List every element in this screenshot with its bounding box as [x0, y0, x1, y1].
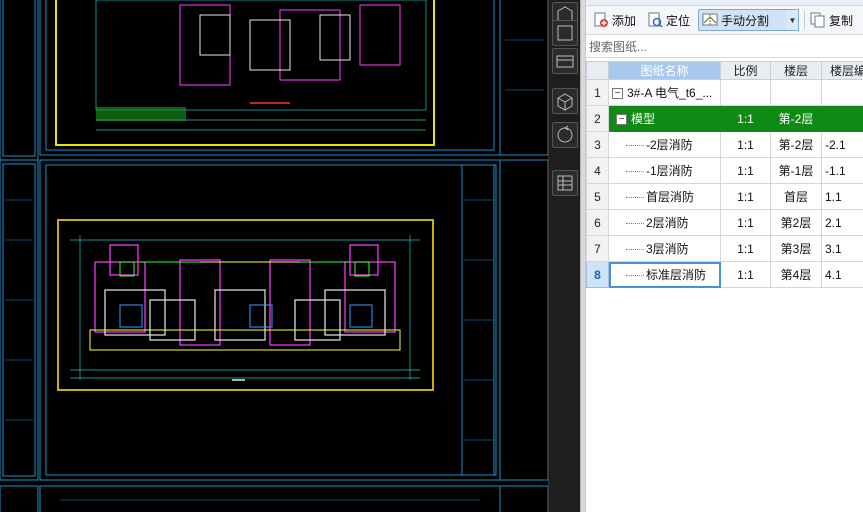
scale-cell[interactable]: [720, 79, 771, 106]
column-header-floor[interactable]: 楼层: [770, 61, 822, 80]
floor-cell[interactable]: 首层: [770, 183, 822, 210]
column-header-scale[interactable]: 比例: [720, 61, 771, 80]
floor-cell[interactable]: 第2层: [770, 209, 822, 236]
row-number: 1: [586, 79, 609, 106]
tree-connector: [626, 275, 644, 277]
drawing-name: 3层消防: [646, 242, 689, 256]
copy-label: 复制: [829, 13, 854, 28]
floor-code-cell[interactable]: 2.1: [821, 209, 863, 236]
cad-canvas[interactable]: [0, 0, 548, 512]
floor-cell[interactable]: 第-1层: [770, 157, 822, 184]
scale-cell[interactable]: 1:1: [720, 131, 771, 158]
column-header-name[interactable]: 图纸名称: [608, 61, 721, 80]
drawing-list-panel: 添加 定位 手动分割 ▼ 复制 搜索图纸... 图纸名称 比例 楼层 楼层 1 …: [585, 0, 863, 512]
row-number: 3: [586, 131, 609, 158]
search-bar: [586, 36, 863, 58]
floor-code-cell[interactable]: [821, 105, 863, 132]
add-label: 添加: [612, 13, 637, 28]
scale-cell[interactable]: 1:1: [720, 209, 771, 236]
app-window: 添加 定位 手动分割 ▼ 复制 搜索图纸... 图纸名称 比例 楼层 楼层 1 …: [0, 0, 863, 512]
floor-code-cell[interactable]: [821, 79, 863, 106]
panel-toolbar: 添加 定位 手动分割 ▼ 复制: [586, 6, 863, 35]
tree-connector: [626, 145, 644, 147]
table-header-row: 图纸名称 比例 楼层 楼层编号: [586, 61, 863, 80]
drawing-name: -2层消防: [646, 138, 693, 152]
scale-cell[interactable]: 1:1: [720, 235, 771, 262]
tree-connector: [626, 197, 644, 199]
split-icon: [702, 12, 718, 28]
floor-code-cell[interactable]: 1.1: [821, 183, 863, 210]
drawing-name-cell[interactable]: 3层消防: [608, 235, 721, 262]
row-number-header: [586, 61, 609, 80]
search-input[interactable]: [586, 36, 863, 57]
view-cube-side-icon[interactable]: [552, 48, 578, 74]
drawing-name: 模型: [631, 112, 656, 126]
table-row[interactable]: 3 -2层消防 1:1 第-2层 -2.1: [586, 131, 863, 158]
scale-cell[interactable]: 1:1: [720, 261, 771, 288]
table-row[interactable]: 2 − 模型 1:1 第-2层: [586, 105, 863, 132]
table-row[interactable]: 5 首层消防 1:1 首层 1.1: [586, 183, 863, 210]
locate-label: 定位: [666, 13, 691, 28]
drawing-name: 标准层消防: [646, 268, 707, 282]
row-number: 2: [586, 105, 609, 132]
locate-icon: [647, 12, 663, 28]
table-row[interactable]: 1 −3#-A 电气_t6_...: [586, 79, 863, 106]
row-number: 6: [586, 209, 609, 236]
view-cube-iso-icon[interactable]: [552, 88, 578, 114]
floor-code-cell[interactable]: 3.1: [821, 235, 863, 262]
table-row[interactable]: 4 -1层消防 1:1 第-1层 -1.1: [586, 157, 863, 184]
drawing-table: 图纸名称 比例 楼层 楼层编号 1 −3#-A 电气_t6_...: [586, 61, 863, 288]
floor-cell[interactable]: 第-2层: [770, 105, 822, 132]
scale-cell[interactable]: 1:1: [720, 105, 771, 132]
floor-code-cell[interactable]: 4.1: [821, 261, 863, 288]
tree-connector: [626, 171, 644, 173]
drawing-name-cell[interactable]: 2层消防: [608, 209, 721, 236]
drawing-name: 3#-A 电气_t6_...: [627, 86, 713, 100]
table-row[interactable]: 8 标准层消防 1:1 第4层 4.1: [586, 261, 863, 288]
drawing-name-cell[interactable]: − 模型: [608, 105, 721, 132]
drawing-name: 首层消防: [646, 190, 695, 204]
collapse-toggle-icon[interactable]: −: [616, 114, 627, 126]
tree-connector: [626, 223, 644, 225]
copy-icon: [810, 12, 826, 28]
row-number: 8: [586, 261, 609, 288]
cad-drawing: [0, 0, 548, 512]
drawing-name-cell[interactable]: -1层消防: [608, 157, 721, 184]
row-number: 4: [586, 157, 609, 184]
column-header-floor-code[interactable]: 楼层编号: [821, 61, 863, 80]
split-dropdown-arrow[interactable]: ▼: [787, 9, 799, 31]
floor-cell[interactable]: 第3层: [770, 235, 822, 262]
view-tool-strip: [548, 0, 580, 512]
table-row[interactable]: 7 3层消防 1:1 第3层 3.1: [586, 235, 863, 262]
floor-code-cell[interactable]: -1.1: [821, 157, 863, 184]
drawing-name-cell[interactable]: 首层消防: [608, 183, 721, 210]
locate-button[interactable]: 定位: [644, 9, 693, 31]
grid-view-icon[interactable]: [552, 170, 578, 196]
manual-split-button[interactable]: 手动分割: [698, 9, 788, 31]
toolbar-separator: [804, 11, 805, 29]
floor-cell[interactable]: 第-2层: [770, 131, 822, 158]
manual-split-label: 手动分割: [721, 13, 770, 28]
floor-code-cell[interactable]: -2.1: [821, 131, 863, 158]
add-icon: [593, 12, 609, 28]
floor-cell[interactable]: [770, 79, 822, 106]
floor-cell[interactable]: 第4层: [770, 261, 822, 288]
drawing-name-cell[interactable]: −3#-A 电气_t6_...: [608, 79, 721, 106]
scale-cell[interactable]: 1:1: [720, 183, 771, 210]
drawing-name: 2层消防: [646, 216, 689, 230]
view-cube-front-icon[interactable]: [552, 20, 578, 46]
row-number: 7: [586, 235, 609, 262]
copy-button[interactable]: 复制: [807, 9, 856, 31]
table-row[interactable]: 6 2层消防 1:1 第2层 2.1: [586, 209, 863, 236]
tree-connector: [626, 249, 644, 251]
add-button[interactable]: 添加: [590, 9, 639, 31]
scale-cell[interactable]: 1:1: [720, 157, 771, 184]
drawing-name: -1层消防: [646, 164, 693, 178]
orbit-icon[interactable]: [552, 122, 578, 148]
drawing-name-cell[interactable]: 标准层消防: [608, 261, 721, 288]
row-number: 5: [586, 183, 609, 210]
collapse-toggle-icon[interactable]: −: [612, 88, 623, 100]
drawing-name-cell[interactable]: -2层消防: [608, 131, 721, 158]
